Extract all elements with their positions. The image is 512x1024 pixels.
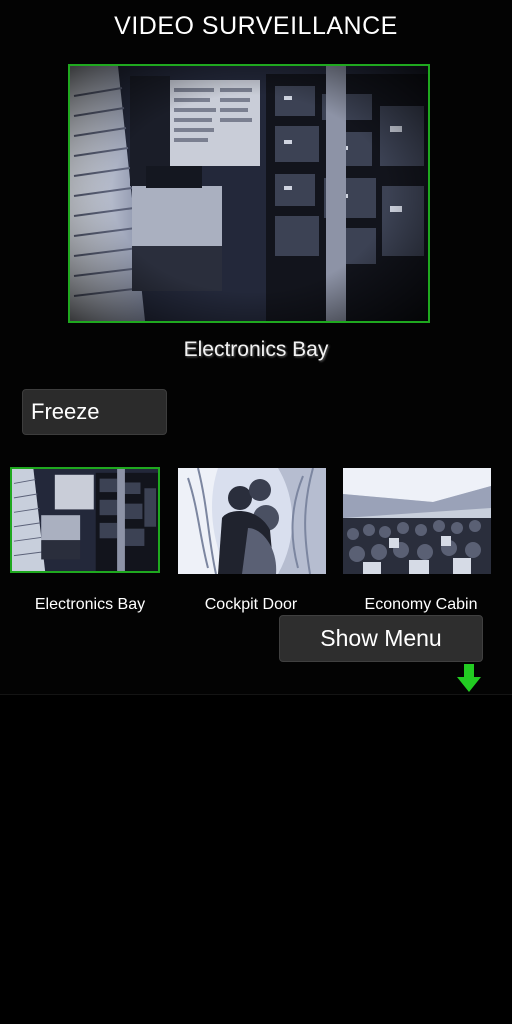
- arrow-down-icon[interactable]: [457, 664, 481, 692]
- camera-thumb-economy-cabin[interactable]: [343, 468, 491, 574]
- page-title: VIDEO SURVEILLANCE: [114, 12, 398, 40]
- economy-cabin-thumb-image: [343, 468, 491, 574]
- camera-thumb-electronics-bay[interactable]: [10, 467, 160, 573]
- camera-thumb-cockpit-door[interactable]: [178, 468, 326, 574]
- camera-thumb-label-economy-cabin[interactable]: Economy Cabin: [341, 596, 501, 614]
- camera-thumb-label-electronics-bay[interactable]: Electronics Bay: [10, 596, 170, 614]
- cockpit-door-thumb-image: [178, 468, 326, 574]
- main-camera-caption: Electronics Bay: [183, 338, 329, 361]
- show-menu-button[interactable]: Show Menu: [279, 615, 483, 662]
- electronics-bay-thumb-image: [12, 469, 158, 571]
- camera-thumb-label-cockpit-door[interactable]: Cockpit Door: [171, 596, 331, 614]
- electronics-bay-feed-image: [70, 66, 428, 321]
- surveillance-screen: VIDEO SURVEILLANCE Electronics Bay Freez…: [0, 0, 512, 1024]
- main-camera-view: [68, 64, 430, 323]
- freeze-button[interactable]: Freeze: [22, 389, 167, 435]
- surveillance-panel: VIDEO SURVEILLANCE Electronics Bay Freez…: [0, 0, 512, 695]
